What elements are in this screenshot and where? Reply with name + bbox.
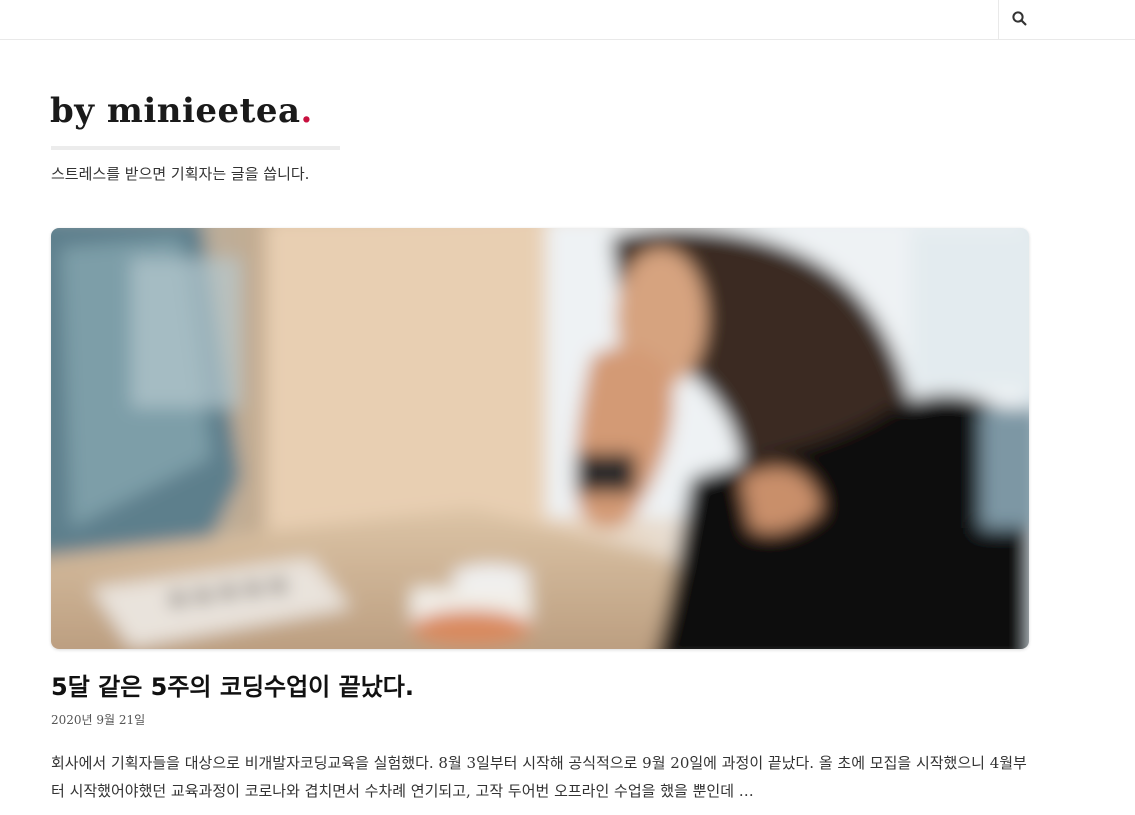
site-tagline: 스트레스를 받으면 기획자는 글을 씁니다. (51, 165, 310, 183)
top-bar (0, 0, 1135, 40)
search-icon (1012, 10, 1027, 30)
site-title-link[interactable]: by minieetea. (50, 88, 313, 134)
site-title-text: by minieetea (50, 91, 301, 131)
post-title-link[interactable]: 5달 같은 5주의 코딩수업이 끝났다. (51, 670, 414, 704)
featured-image[interactable] (51, 228, 1029, 649)
site-title-dot: . (300, 91, 313, 131)
post-excerpt: 회사에서 기획자들을 대상으로 비개발자코딩교육을 실험했다. 8월 3일부터 … (51, 754, 1027, 800)
search-button[interactable] (998, 0, 1040, 40)
post-date: 2020년 9월 21일 (51, 713, 146, 727)
title-divider (51, 146, 340, 150)
